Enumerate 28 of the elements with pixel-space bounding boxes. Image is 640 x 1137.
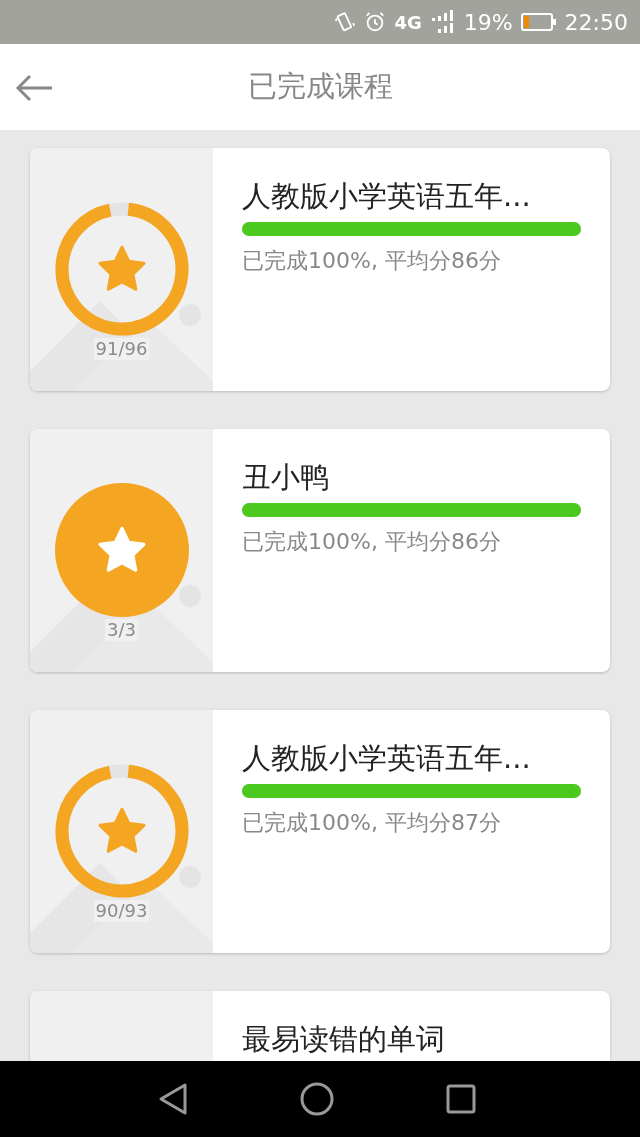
course-summary: 已完成100%, 平均分87分 <box>242 809 502 837</box>
course-card[interactable]: 90/93 人教版小学英语五年... 已完成100%, 平均分87分 <box>30 710 610 953</box>
clock: 22:50 <box>564 8 628 37</box>
network-type: 4G <box>394 10 422 35</box>
course-card[interactable]: 最易读错的单词 <box>30 991 610 1061</box>
course-card[interactable]: 91/96 人教版小学英语五年... 已完成100%, 平均分86分 <box>30 148 610 391</box>
lesson-count: 3/3 <box>105 619 138 641</box>
course-title: 最易读错的单词 <box>242 1021 446 1057</box>
back-arrow-icon <box>14 73 54 103</box>
star-icon <box>95 806 148 856</box>
recents-icon[interactable] <box>446 1084 476 1114</box>
page-title: 已完成课程 <box>247 68 393 106</box>
star-icon <box>95 244 148 294</box>
lesson-count: 91/96 <box>93 338 150 360</box>
course-card[interactable]: 3/3 丑小鸭 已完成100%, 平均分86分 <box>30 429 610 672</box>
course-title: 丑小鸭 <box>242 459 330 495</box>
lesson-count: 90/93 <box>93 900 150 922</box>
battery-percent: 19% <box>463 8 513 37</box>
vibrate-icon <box>334 11 357 33</box>
signal-icon <box>429 9 456 35</box>
star-icon <box>95 525 148 575</box>
back-icon[interactable] <box>158 1082 188 1116</box>
course-title: 人教版小学英语五年... <box>242 178 532 214</box>
course-summary: 已完成100%, 平均分86分 <box>242 247 502 275</box>
course-summary: 已完成100%, 平均分86分 <box>242 528 502 556</box>
battery-icon <box>520 12 557 32</box>
course-title: 人教版小学英语五年... <box>242 740 532 776</box>
home-icon[interactable] <box>300 1082 334 1116</box>
